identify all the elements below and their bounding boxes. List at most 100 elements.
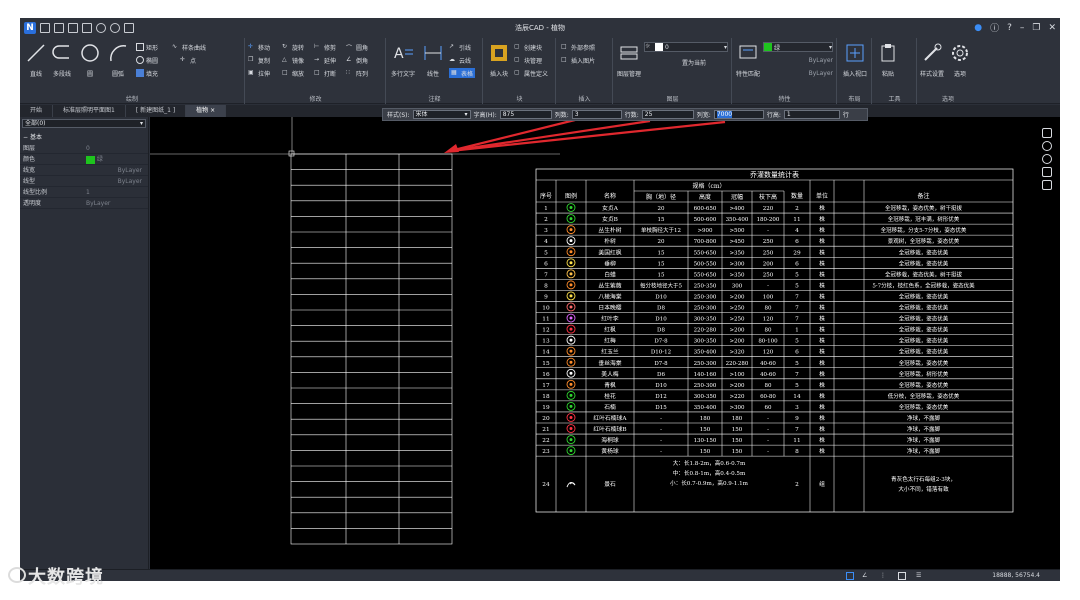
property-section-header[interactable]: − 基本 [20,130,148,143]
inserted-table-grid[interactable] [290,153,453,545]
menu-icon[interactable]: ☰ [916,572,924,580]
chamfer-button[interactable]: ∠ 倒角 [346,55,368,65]
stretch-button[interactable]: ▣ 拉伸 [248,68,270,78]
extend-button[interactable]: → 延伸 [314,55,336,65]
minimize-icon[interactable]: – [1020,23,1025,33]
point-icon: ✛ [180,56,186,63]
color-dropdown[interactable]: 绿 ▾ [763,42,833,52]
zoom-extents-icon[interactable] [1042,180,1052,190]
circle-button[interactable]: 圆 [78,42,102,78]
columns-input[interactable]: 3 [571,110,622,119]
trim-button[interactable]: ⊢ 修剪 [314,42,336,52]
layer-dropdown[interactable]: ☼ 0 ▾ [644,42,728,52]
zoom-out-icon[interactable] [1042,154,1052,164]
tab-new-drawing[interactable]: [ 新建图纸_1 ] [126,105,187,117]
match-properties-button[interactable]: 特性匹配 [736,42,760,78]
grid-mode-icon[interactable] [846,572,854,580]
print-icon[interactable] [124,23,134,33]
spline-button[interactable]: ∿ 样条曲线 [172,42,206,52]
new-file-icon[interactable] [40,23,50,33]
save-as-icon[interactable] [82,23,92,33]
polar-icon[interactable]: ∠ [862,572,870,580]
user-icon[interactable]: ● [974,23,982,33]
linetype-dropdown[interactable]: ByLayer [763,55,833,65]
scale-button[interactable]: □ 缩放 [282,68,304,78]
rows-input[interactable]: 25 [641,110,694,119]
table-button[interactable]: ▦ 表格 [449,68,476,78]
property-row-lineweight[interactable]: 线宽 ByLayer [20,165,148,176]
cell-height: 150 [700,427,711,433]
polyline-button[interactable]: 多段线 [50,42,74,78]
plant-legend-icon-core [569,382,573,386]
arc-button[interactable]: 圆弧 [106,42,130,78]
property-row-transparency[interactable]: 透明度 ByLayer [20,198,148,209]
cell-branch: 80 [765,383,772,389]
undo-icon[interactable] [96,23,106,33]
fillet-button[interactable]: ⌒ 圆角 [346,42,368,53]
move-button[interactable]: ✛ 移动 [248,42,270,52]
osnap-icon[interactable]: ⋮ [880,572,888,580]
style-settings-button[interactable]: 样式设置 [920,42,944,78]
set-current-layer-button[interactable]: 置为当前 [682,57,706,67]
line-button[interactable]: 直线 [24,42,48,78]
redo-icon[interactable] [110,23,120,33]
ellipse-button[interactable]: 椭圆 [136,55,158,65]
rect-button[interactable]: 矩形 [136,42,158,52]
create-block-button[interactable]: ▢ 创建块 [514,42,542,52]
zoom-in-icon[interactable] [1042,141,1052,151]
zoom-window-icon[interactable] [1042,167,1052,177]
drawing-svg[interactable]: 乔灌数量统计表序号 图例 名称 规格（cm） 胸（地）径 高度 冠幅 枝下高 数量 单位 备注 1 女贞… [150,117,1060,569]
hatch-button[interactable]: 填充 [136,68,158,78]
tab-start[interactable]: 开始 [20,105,54,117]
break-button[interactable]: □ 打断 [314,68,336,78]
attdef-button[interactable]: ▢ 属性定义 [514,68,548,78]
otrack-icon[interactable] [898,572,906,580]
linear-dim-button[interactable]: 线性 [421,42,445,78]
drawing-canvas[interactable]: 乔灌数量统计表 序号 图例 名称 规格（cm） 胸（地）径 高度 冠幅 枝下高 数量 单位 备注 1 女贞… [150,117,1060,569]
block-manager-button[interactable]: ▢ 块管理 [514,55,542,65]
tab-plants[interactable]: 植物 × [186,105,227,117]
style-dropdown[interactable]: 宋体 ▾ [412,110,471,119]
property-row-ltscale[interactable]: 线型比例 1 [20,187,148,198]
mirror-button[interactable]: △ 镜像 [282,55,304,65]
insert-block-button[interactable]: 插入块 [487,42,511,78]
column-width-input[interactable]: 7000 [713,110,764,119]
layer-manager-button[interactable]: 图层管理 [617,42,641,78]
plant-quantity-table[interactable]: 乔灌数量统计表序号 图例 名称 规格（cm） 胸（地）径 高度 冠幅 枝下高 数量 单位 备注 1 女贞… [535,168,1014,513]
ribbon-group-label: 修改 [309,96,322,103]
lineweight-dropdown[interactable]: ByLayer [763,68,833,78]
options-button[interactable]: 选项 [948,42,972,78]
row-height-input[interactable]: 1 [783,110,840,119]
rotate-button[interactable]: ↻ 旋转 [282,42,304,52]
insert-image-button[interactable]: □ 插入图片 [561,55,595,65]
ribbon-group-label: 注释 [428,96,441,103]
property-row-layer[interactable]: 图层 0 [20,143,148,154]
xref-button[interactable]: □ 外部参照 [561,42,595,52]
insert-viewport-button[interactable]: 插入视口 [843,42,867,78]
leader-button[interactable]: ↗ 引线 [449,42,471,52]
cell-qty: 14 [793,394,801,400]
copy-button[interactable]: ❐ 复制 [248,55,270,65]
selection-dropdown[interactable]: 全部(0) ▾ [22,119,146,128]
close-icon[interactable]: ✕ [1048,23,1056,33]
revcloud-button[interactable]: ☁ 云线 [449,55,471,65]
pan-hand-icon[interactable] [1042,128,1052,138]
app-logo-icon[interactable]: N [24,22,36,34]
restore-icon[interactable]: ❐ [1032,23,1040,33]
array-button[interactable]: ∷ 阵列 [346,68,368,78]
property-row-linetype[interactable]: 线型 ByLayer [20,176,148,187]
plant-legend-icon-core [569,371,573,375]
help-service-icon[interactable]: ⓘ [990,21,999,34]
open-file-icon[interactable] [54,23,64,33]
property-row-color[interactable]: 颜色 绿 [20,154,148,165]
cell-name: 红叶石楠球B [593,425,626,433]
help-icon[interactable]: ? [1007,23,1012,33]
cell-note-line: 青灰色太行石每组2-3块， [891,475,956,483]
save-icon[interactable] [68,23,78,33]
close-tab-icon[interactable]: × [210,107,215,114]
paste-button[interactable]: 粘贴 [876,42,900,78]
tab-lighting-plan[interactable]: 标准层照明平面图1 [53,105,126,117]
mtext-button[interactable]: A 多行文字 [391,42,415,78]
text-height-input[interactable]: 875 [499,110,552,119]
point-button[interactable]: ✛ 点 [180,55,196,65]
